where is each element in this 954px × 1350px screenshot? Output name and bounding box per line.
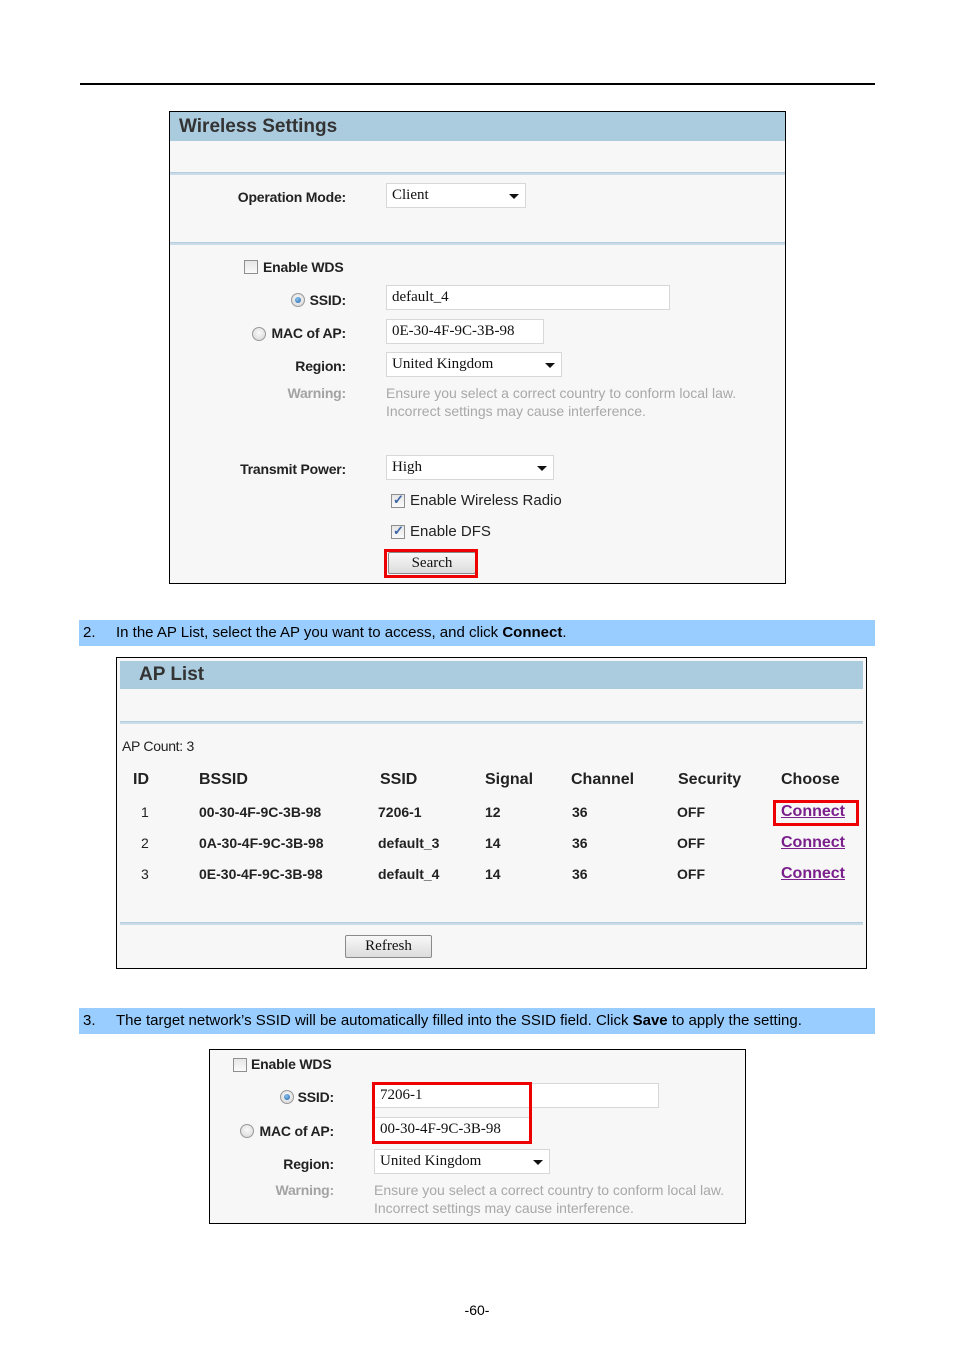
step-text: The target network’s SSID will be automa…: [116, 1012, 802, 1029]
cell-signal: 14: [485, 866, 501, 882]
enable-dfs-label: Enable DFS: [410, 523, 491, 540]
separator: [170, 172, 785, 175]
warning-text-line1: Ensure you select a correct country to c…: [374, 1182, 725, 1198]
transmit-power-value: High: [392, 459, 422, 475]
cell-signal: 12: [485, 804, 501, 820]
connect-link[interactable]: Connect: [781, 865, 845, 883]
cell-security: OFF: [677, 835, 705, 851]
warning-label: Warning:: [275, 1182, 334, 1198]
column-header-channel: Channel: [571, 771, 635, 788]
column-header-ssid: SSID: [380, 771, 418, 788]
mac-of-ap-input[interactable]: 0E-30-4F-9C-3B-98: [386, 319, 544, 344]
operation-mode-select[interactable]: Client: [386, 183, 526, 208]
column-header-signal: Signal: [485, 771, 534, 788]
highlight-box: [773, 800, 859, 826]
region-select[interactable]: United Kingdom: [386, 352, 562, 377]
region-label: Region:: [283, 1156, 334, 1172]
highlight-box: [372, 1082, 532, 1144]
ap-list-panel: AP List AP Count: 3 ID BSSID SSID Signal…: [116, 657, 867, 969]
wireless-settings-panel: Wireless Settings Operation Mode: Client…: [169, 111, 786, 584]
cell-channel: 36: [572, 866, 588, 882]
cell-id: 1: [141, 804, 149, 820]
cell-security: OFF: [677, 866, 705, 882]
column-header-bssid: BSSID: [199, 771, 248, 788]
operation-mode-value: Client: [392, 187, 429, 203]
refresh-button[interactable]: Refresh: [345, 935, 432, 958]
chevron-down-icon: [533, 1160, 543, 1165]
panel-title: Wireless Settings: [170, 112, 785, 141]
warning-label: Warning:: [287, 385, 346, 401]
cell-ssid: default_3: [378, 835, 440, 851]
transmit-power-select[interactable]: High: [386, 455, 554, 480]
column-header-id: ID: [133, 771, 149, 788]
enable-wds-label: Enable WDS: [263, 259, 344, 275]
enable-wireless-radio-checkbox[interactable]: [391, 492, 405, 508]
mac-of-ap-radio[interactable]: [240, 1124, 254, 1138]
panel-title: AP List: [120, 661, 863, 689]
mac-of-ap-label: MAC of AP:: [259, 1123, 335, 1139]
ssid-input[interactable]: default_4: [386, 285, 670, 310]
header-rule: [80, 83, 875, 85]
separator: [120, 721, 863, 724]
cell-channel: 36: [572, 835, 588, 851]
highlight-box: [384, 549, 478, 578]
step-number: 3.: [83, 1012, 96, 1029]
chevron-down-icon: [545, 363, 555, 368]
region-value: United Kingdom: [380, 1153, 482, 1169]
separator: [120, 922, 863, 925]
cell-bssid: 0E-30-4F-9C-3B-98: [199, 866, 323, 882]
separator: [170, 242, 785, 245]
connect-link[interactable]: Connect: [781, 834, 845, 852]
cell-id: 2: [141, 835, 149, 851]
region-label: Region:: [295, 358, 346, 374]
mac-of-ap-label: MAC of AP:: [271, 325, 347, 341]
cell-ssid: 7206-1: [378, 804, 422, 820]
chevron-down-icon: [509, 194, 519, 199]
enable-wds-checkbox[interactable]: [233, 1058, 247, 1072]
ap-count: AP Count: 3: [122, 738, 194, 754]
warning-text-line2: Incorrect settings may cause interferenc…: [374, 1200, 634, 1216]
enable-wds-checkbox[interactable]: [244, 260, 258, 274]
enable-wireless-radio-label: Enable Wireless Radio: [410, 492, 562, 509]
page-number: -60-: [464, 1302, 490, 1318]
enable-wds-label: Enable WDS: [251, 1056, 332, 1072]
enable-dfs-checkbox[interactable]: [391, 523, 405, 539]
transmit-power-label: Transmit Power:: [240, 461, 346, 477]
step-number: 2.: [83, 624, 96, 641]
cell-ssid: default_4: [378, 866, 440, 882]
region-select[interactable]: United Kingdom: [374, 1149, 550, 1174]
step-text: In the AP List, select the AP you want t…: [116, 624, 567, 641]
cell-bssid: 00-30-4F-9C-3B-98: [199, 804, 322, 820]
column-header-security: Security: [678, 771, 742, 788]
mac-of-ap-radio[interactable]: [252, 327, 266, 341]
ssid-label: SSID:: [297, 1089, 335, 1105]
warning-text-line2: Incorrect settings may cause interferenc…: [386, 403, 646, 419]
ssid-radio[interactable]: [291, 293, 305, 307]
ssid-radio[interactable]: [280, 1090, 294, 1104]
operation-mode-label: Operation Mode:: [237, 189, 346, 205]
chevron-down-icon: [537, 466, 547, 471]
cell-bssid: 0A-30-4F-9C-3B-98: [199, 835, 324, 851]
cell-channel: 36: [572, 804, 588, 820]
step-3-banner: 3. The target network’s SSID will be aut…: [79, 1008, 875, 1034]
result-settings-panel: Enable WDS SSID: 7206-1 MAC of AP: 00-30…: [209, 1049, 746, 1224]
warning-text-line1: Ensure you select a correct country to c…: [386, 385, 737, 401]
cell-security: OFF: [677, 804, 705, 820]
column-header-choose: Choose: [781, 771, 840, 788]
cell-signal: 14: [485, 835, 501, 851]
step-2-banner: 2. In the AP List, select the AP you wan…: [79, 620, 875, 646]
region-value: United Kingdom: [392, 356, 494, 372]
ssid-label: SSID:: [309, 292, 347, 308]
cell-id: 3: [141, 866, 149, 882]
